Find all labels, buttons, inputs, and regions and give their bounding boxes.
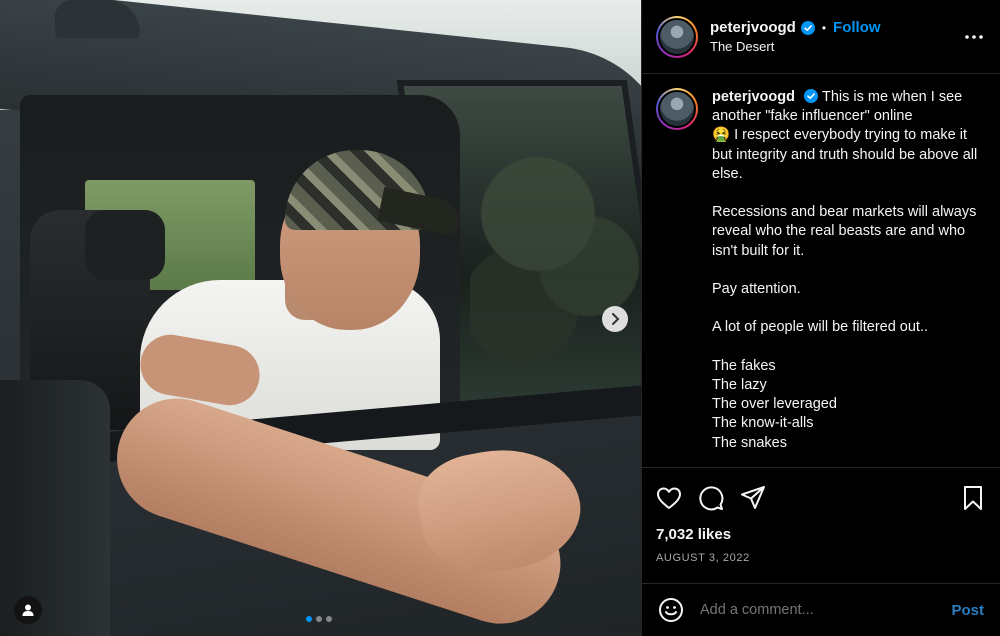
caption-avatar-ring[interactable] bbox=[656, 88, 698, 130]
header-separator: • bbox=[821, 20, 827, 35]
emoji-button[interactable] bbox=[658, 597, 684, 623]
caption-row: peterjvoogd This is me when I see another… bbox=[656, 88, 986, 453]
header-user-line: peterjvoogd • Follow bbox=[710, 19, 962, 36]
caption-paragraph-2: Recessions and bear markets will always … bbox=[712, 204, 977, 259]
post-comment-button[interactable]: Post bbox=[951, 602, 984, 619]
caption-paragraph-3: Pay attention. bbox=[712, 281, 801, 297]
comment-button[interactable] bbox=[698, 485, 724, 511]
carousel-dot bbox=[316, 616, 322, 622]
comment-input[interactable] bbox=[700, 602, 952, 618]
caption-text: peterjvoogd This is me when I see another… bbox=[712, 88, 986, 453]
caption-emoji: 🤮 bbox=[712, 127, 731, 144]
follow-button[interactable]: Follow bbox=[833, 19, 881, 36]
caption-list-item: The over leveraged bbox=[712, 396, 837, 413]
post-photo[interactable] bbox=[0, 0, 641, 636]
caption-paragraph-4: A lot of people will be filtered out.. bbox=[712, 319, 929, 336]
heart-icon bbox=[657, 487, 681, 509]
header-text: peterjvoogd • Follow The Desert bbox=[710, 19, 962, 54]
share-icon bbox=[741, 486, 765, 509]
header-username[interactable]: peterjvoogd bbox=[710, 19, 796, 36]
avatar-story-ring[interactable] bbox=[656, 15, 698, 58]
post-actions: 7,032 likes AUGUST 3, 2022 bbox=[642, 468, 1000, 584]
action-buttons-left bbox=[656, 485, 960, 511]
caption-list-item: The fakes bbox=[712, 357, 776, 374]
post-header: peterjvoogd • Follow The Desert bbox=[642, 0, 1000, 74]
carousel-dot bbox=[326, 616, 332, 622]
comment-bar: Post bbox=[642, 584, 1000, 636]
caption-username[interactable]: peterjvoogd bbox=[712, 89, 795, 105]
post-date: AUGUST 3, 2022 bbox=[656, 552, 750, 564]
user-tag-icon bbox=[22, 604, 34, 616]
more-options-button[interactable] bbox=[962, 34, 986, 40]
carousel-next-button[interactable] bbox=[602, 306, 628, 332]
photo-headrest bbox=[85, 210, 165, 280]
share-button[interactable] bbox=[740, 485, 766, 511]
chevron-right-icon bbox=[612, 313, 620, 325]
caption-list-item: The snakes bbox=[712, 434, 787, 451]
caption-list-item: The know-it-alls bbox=[712, 415, 814, 432]
comment-icon bbox=[699, 486, 724, 511]
more-options-icon bbox=[965, 34, 983, 39]
bookmark-icon bbox=[964, 486, 982, 510]
caption-section: peterjvoogd This is me when I see another… bbox=[642, 74, 1000, 468]
carousel-dot-active bbox=[306, 616, 312, 622]
emoji-icon bbox=[659, 598, 683, 622]
post-location[interactable]: The Desert bbox=[710, 39, 962, 54]
user-tags-button[interactable] bbox=[14, 596, 42, 624]
caption-list-item: The lazy bbox=[712, 376, 767, 393]
likes-count[interactable]: 7,032 likes bbox=[656, 526, 986, 543]
instagram-post: peterjvoogd • Follow The Desert peterjvo… bbox=[0, 0, 1000, 636]
action-buttons bbox=[656, 478, 986, 518]
save-button[interactable] bbox=[960, 485, 986, 511]
caption-avatar[interactable] bbox=[658, 90, 696, 128]
carousel-indicator bbox=[306, 616, 332, 622]
like-button[interactable] bbox=[656, 485, 682, 511]
avatar[interactable] bbox=[658, 17, 696, 56]
verified-badge-icon bbox=[803, 89, 818, 103]
caption-line-1-cont: I respect everybody trying to make it bu… bbox=[712, 127, 978, 182]
photo-side-mirror bbox=[0, 380, 110, 636]
post-side-panel: peterjvoogd • Follow The Desert peterjvo… bbox=[641, 0, 1000, 636]
verified-badge-icon bbox=[800, 20, 815, 35]
